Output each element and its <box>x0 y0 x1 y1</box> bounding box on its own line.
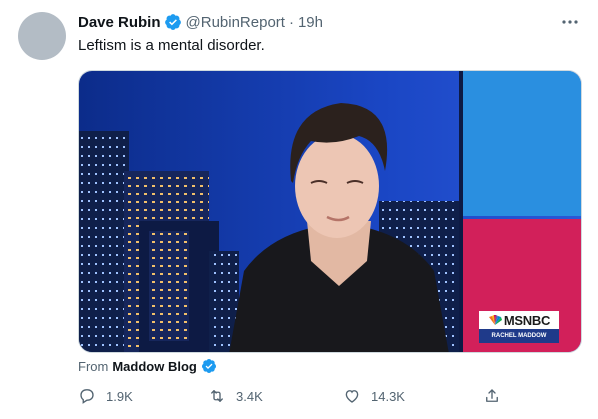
verified-badge-icon <box>164 13 182 31</box>
msnbc-logo-text: MSNBC <box>503 312 551 328</box>
share-button[interactable] <box>483 385 511 407</box>
author-name[interactable]: Dave Rubin <box>78 14 161 31</box>
author-handle[interactable]: @RubinReport <box>186 14 285 31</box>
tweet-text: Leftism is a mental disorder. <box>78 37 265 54</box>
tweet-actions: 1.9K 3.4K 14.3K <box>78 385 582 407</box>
reply-count: 1.9K <box>106 388 133 404</box>
reply-icon <box>78 387 96 405</box>
verified-badge-icon <box>201 358 217 374</box>
from-prefix: From <box>78 358 109 374</box>
like-icon <box>343 387 361 405</box>
peacock-icon <box>488 315 502 325</box>
tweet-timestamp[interactable]: 19h <box>298 14 323 31</box>
separator-dot: · <box>288 13 294 31</box>
like-button[interactable]: 14.3K <box>343 385 405 407</box>
retweet-icon <box>208 387 226 405</box>
like-count: 14.3K <box>371 388 405 404</box>
avatar[interactable] <box>18 12 66 60</box>
msnbc-show-subtitle: RACHEL MADDOW <box>491 333 547 339</box>
tweet-video[interactable]: MSNBC RACHEL MADDOW <box>78 70 582 353</box>
tweet-header: Dave Rubin @RubinReport · 19h <box>78 12 558 32</box>
media-attribution: From Maddow Blog <box>78 357 217 375</box>
more-icon[interactable] <box>560 12 580 32</box>
msnbc-logo: MSNBC <box>479 311 559 329</box>
retweet-button[interactable]: 3.4K <box>208 385 263 407</box>
reply-button[interactable]: 1.9K <box>78 385 133 407</box>
from-source[interactable]: Maddow Blog <box>112 359 197 374</box>
retweet-count: 3.4K <box>236 388 263 404</box>
share-icon <box>483 387 501 405</box>
